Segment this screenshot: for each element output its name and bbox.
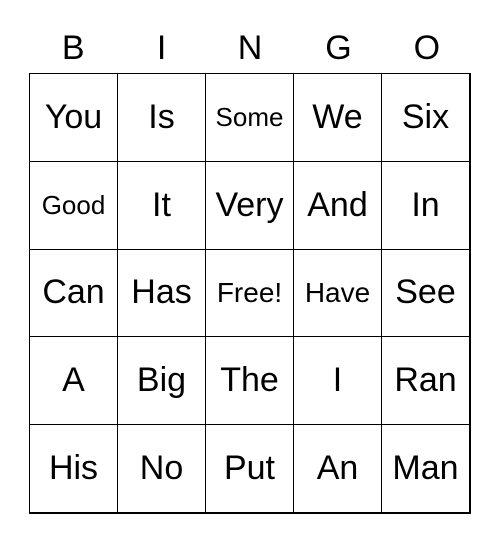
bingo-cell: I [293,336,382,426]
bingo-header: B I N G O [29,26,471,70]
bingo-cell: Six [381,73,470,162]
header-letter-i: I [156,29,167,67]
bingo-cell: You [29,73,118,162]
bingo-grid: You Is Some We Six Good It Very And In Can Has Free!… [29,73,471,514]
bingo-cell: Has [117,248,206,338]
bingo-cell: It [117,160,206,250]
bingo-cell: Have [293,248,382,338]
bingo-cell: A [29,336,118,426]
bingo-cell: Man [381,424,470,513]
bingo-cell: We [293,73,382,162]
bingo-cell: See [381,248,470,338]
bingo-cell: Can [29,248,118,338]
header-letter-g: G [325,29,352,67]
bingo-cell: Is [117,73,206,162]
bingo-cell: Some [205,73,294,162]
bingo-cell: Very [205,160,294,250]
bingo-cell: The [205,336,294,426]
bingo-cell: No [117,424,206,513]
bingo-cell: An [293,424,382,513]
header-letter-o: O [413,29,441,67]
bingo-cell: Put [205,424,294,513]
bingo-cell: Good [29,160,118,250]
free-space-cell: Free! [205,248,294,338]
bingo-cell: Ran [381,336,470,426]
header-letter-n: N [237,29,263,67]
header-letter-b: B [61,29,85,67]
bingo-cell: In [381,160,470,250]
bingo-cell: His [29,424,118,513]
bingo-cell: Big [117,336,206,426]
bingo-cell: And [293,160,382,250]
